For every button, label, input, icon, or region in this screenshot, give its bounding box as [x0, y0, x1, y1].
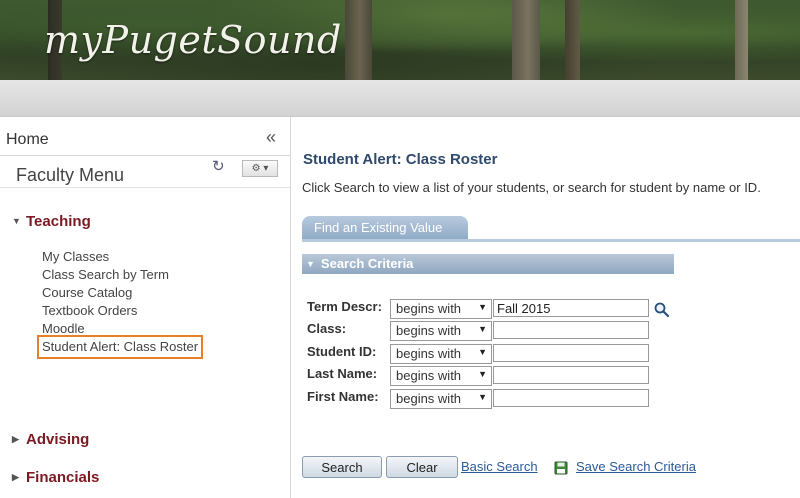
section-label: Advising	[26, 431, 90, 448]
section-teaching[interactable]: ▼ Teaching	[12, 213, 91, 230]
operator-value: begins with	[396, 346, 462, 361]
gear-icon[interactable]: ⚙ ▾	[242, 160, 278, 177]
sidebar: Home « Faculty Menu ↻ ⚙ ▾ ▼ Teaching My C…	[0, 117, 291, 498]
section-financials[interactable]: ▶ Financials	[12, 469, 99, 486]
operator-value: begins with	[396, 301, 462, 316]
nav-bar	[0, 80, 800, 117]
dropdown-arrow-icon: ▼	[478, 392, 487, 402]
label-last-name: Last Name:	[307, 366, 378, 381]
operator-select-class[interactable]: begins with ▼	[390, 321, 492, 341]
tab-find-existing-value[interactable]: Find an Existing Value	[302, 216, 468, 240]
term-descr-input[interactable]	[493, 299, 649, 317]
divider	[0, 155, 290, 156]
dropdown-arrow-icon: ▼	[478, 347, 487, 357]
label-class: Class:	[307, 321, 347, 336]
collapse-icon[interactable]: «	[266, 127, 276, 148]
triangle-right-icon: ▶	[12, 434, 19, 444]
link-course-catalog[interactable]: Course Catalog	[42, 284, 200, 302]
label-first-name: First Name:	[307, 389, 379, 404]
section-label: Financials	[26, 469, 100, 486]
brand-logo[interactable]: myPugetSound	[44, 18, 342, 62]
link-my-classes[interactable]: My Classes	[42, 248, 200, 266]
save-icon[interactable]	[554, 461, 568, 475]
label-student-id: Student ID:	[307, 344, 377, 359]
link-student-alert-class-roster[interactable]: Student Alert: Class Roster	[36, 335, 204, 359]
operator-select-student-id[interactable]: begins with ▼	[390, 344, 492, 364]
section-advising[interactable]: ▶ Advising	[12, 431, 89, 448]
label-term-descr: Term Descr:	[307, 299, 382, 314]
search-criteria-header[interactable]: ▼ Search Criteria	[302, 254, 674, 274]
divider	[0, 187, 290, 188]
clear-button[interactable]: Clear	[386, 456, 458, 478]
triangle-down-icon: ▼	[12, 216, 21, 226]
operator-value: begins with	[396, 368, 462, 383]
operator-select-last-name[interactable]: begins with ▼	[390, 366, 492, 386]
operator-select-first-name[interactable]: begins with ▼	[390, 389, 492, 409]
search-button[interactable]: Search	[302, 456, 382, 478]
first-name-input[interactable]	[493, 389, 649, 407]
page-title: Student Alert: Class Roster	[303, 151, 498, 168]
instructions: Click Search to view a list of your stud…	[302, 180, 761, 195]
teaching-links: My Classes Class Search by Term Course C…	[36, 248, 204, 359]
dropdown-arrow-icon: ▼	[478, 369, 487, 379]
save-search-criteria-link[interactable]: Save Search Criteria	[576, 459, 696, 474]
home-link[interactable]: Home	[6, 131, 49, 149]
dropdown-arrow-icon: ▼	[478, 324, 487, 334]
section-label: Teaching	[26, 213, 91, 230]
operator-value: begins with	[396, 391, 462, 406]
student-id-input[interactable]	[493, 344, 649, 362]
menu-title: Faculty Menu	[16, 165, 125, 185]
class-input[interactable]	[493, 321, 649, 339]
triangle-down-icon: ▼	[306, 259, 315, 269]
link-class-search-by-term[interactable]: Class Search by Term	[42, 266, 200, 284]
link-moodle[interactable]: Moodle	[42, 320, 200, 338]
operator-select-term[interactable]: begins with ▼	[390, 299, 492, 319]
link-textbook-orders[interactable]: Textbook Orders	[42, 302, 200, 320]
last-name-input[interactable]	[493, 366, 649, 384]
tab-underline	[302, 239, 800, 242]
dropdown-arrow-icon: ▼	[478, 302, 487, 312]
banner: myPugetSound	[0, 0, 800, 80]
triangle-right-icon: ▶	[12, 472, 19, 482]
operator-value: begins with	[396, 323, 462, 338]
refresh-icon[interactable]: ↻	[212, 157, 225, 175]
lookup-icon[interactable]	[653, 301, 671, 319]
basic-search-link[interactable]: Basic Search	[461, 459, 538, 474]
criteria-label: Search Criteria	[320, 256, 414, 271]
